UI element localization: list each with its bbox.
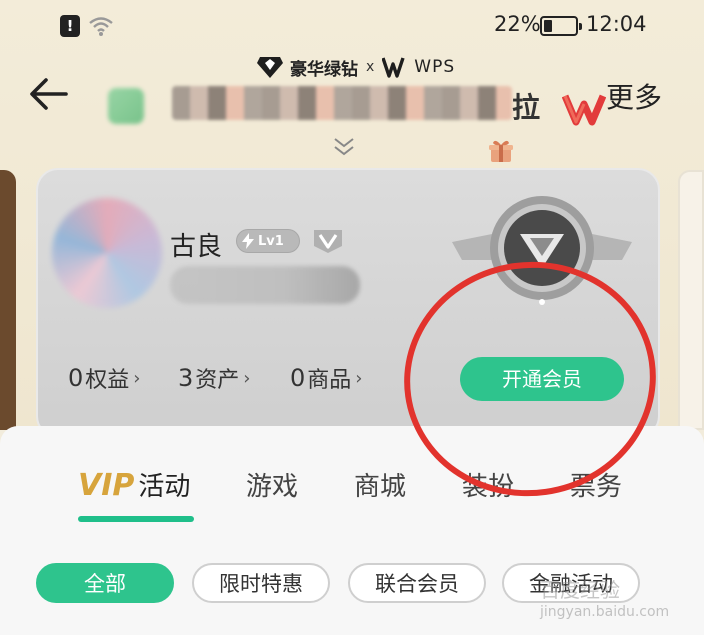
tab-vip-label: 活动 bbox=[138, 472, 191, 502]
tab-shop[interactable]: 商城 bbox=[354, 466, 406, 503]
vip-mark-icon[interactable] bbox=[312, 228, 344, 254]
watermark-url: jingyan.baidu.com bbox=[540, 604, 670, 620]
gift-icon[interactable] bbox=[488, 138, 514, 164]
notification-icon: ! bbox=[60, 15, 80, 37]
blurred-title bbox=[172, 86, 512, 120]
brand-separator: x bbox=[366, 59, 375, 75]
chevron-right-icon: › bbox=[355, 367, 363, 389]
wps-red-icon[interactable] bbox=[562, 88, 606, 128]
stat-assets[interactable]: 3 资产 › bbox=[178, 362, 251, 394]
level-text: Lv1 bbox=[258, 233, 284, 249]
stat-label: 权益 bbox=[85, 368, 130, 393]
title-suffix: 拉 bbox=[512, 91, 541, 124]
stat-benefits[interactable]: 0 权益 › bbox=[68, 362, 141, 394]
app-avatar-blurred bbox=[108, 88, 144, 124]
stat-value: 0 bbox=[68, 364, 84, 392]
tab-game[interactable]: 游戏 bbox=[246, 466, 298, 503]
battery-icon bbox=[540, 16, 582, 36]
filter-chip-joint-member[interactable]: 联合会员 bbox=[348, 563, 486, 603]
brand-row: 豪华绿钻 x WPS bbox=[256, 52, 455, 82]
tab-vip-prefix: VIP bbox=[78, 468, 135, 503]
level-badge[interactable]: Lv1 bbox=[236, 229, 300, 253]
chevron-right-icon: › bbox=[133, 367, 141, 389]
more-button[interactable]: 更多 bbox=[606, 76, 662, 116]
tab-vip-activity[interactable]: VIP 活动 bbox=[78, 466, 190, 503]
stat-label: 资产 bbox=[195, 368, 240, 393]
status-bar: ! 22% 12:04 bbox=[0, 0, 704, 52]
blurred-subtitle bbox=[170, 266, 360, 304]
wps-mark: WPS bbox=[382, 56, 455, 78]
stat-goods[interactable]: 0 商品 › bbox=[290, 362, 363, 394]
expand-chevron-icon[interactable] bbox=[332, 136, 356, 158]
chevron-right-icon: › bbox=[243, 367, 251, 389]
avatar[interactable] bbox=[52, 198, 162, 308]
watermark: 百度经验 bbox=[540, 578, 620, 602]
bolt-icon bbox=[242, 233, 254, 249]
wps-logo-icon bbox=[382, 57, 405, 78]
brand-name: 豪华绿钻 bbox=[290, 59, 358, 80]
username: 古良 bbox=[170, 232, 223, 262]
partner-name: WPS bbox=[414, 57, 456, 77]
battery-percent: 22% bbox=[494, 12, 541, 36]
clock: 12:04 bbox=[586, 12, 647, 36]
previous-card-peek[interactable] bbox=[0, 170, 16, 430]
filter-chip-all[interactable]: 全部 bbox=[36, 563, 174, 603]
stat-value: 0 bbox=[290, 364, 306, 392]
stat-value: 3 bbox=[178, 364, 194, 392]
wifi-icon bbox=[89, 17, 113, 36]
back-arrow-icon[interactable] bbox=[28, 76, 70, 112]
next-card-peek[interactable] bbox=[678, 170, 704, 430]
active-tab-indicator bbox=[78, 516, 194, 522]
filter-chip-limited-offer[interactable]: 限时特惠 bbox=[192, 563, 330, 603]
diamond-icon bbox=[257, 57, 283, 78]
stat-label: 商品 bbox=[307, 368, 352, 393]
